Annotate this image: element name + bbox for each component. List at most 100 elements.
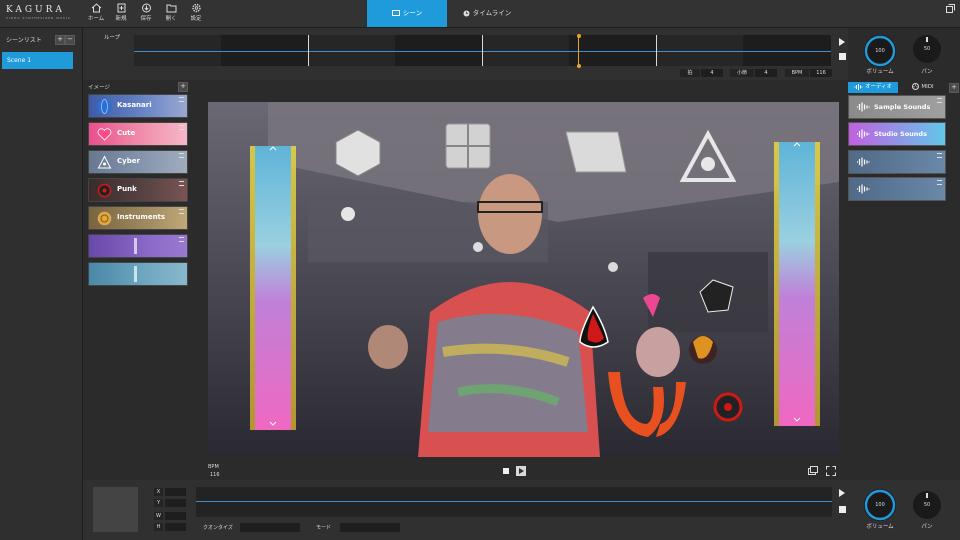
tab-midi-label: MIDI bbox=[921, 84, 934, 90]
tab-audio[interactable]: オーディオ bbox=[848, 82, 898, 93]
video-preview[interactable] bbox=[208, 102, 839, 457]
pip-window-icon[interactable] bbox=[808, 466, 818, 475]
audio-card-4[interactable] bbox=[848, 177, 946, 201]
card-menu-icon[interactable] bbox=[179, 181, 184, 186]
tab-scene[interactable]: シーン bbox=[367, 0, 447, 27]
clip-stop-icon[interactable] bbox=[839, 506, 846, 513]
clip-line bbox=[196, 501, 832, 502]
audio-card-3[interactable] bbox=[848, 150, 946, 174]
camera-feed bbox=[208, 102, 839, 457]
tab-timeline[interactable]: タイムライン bbox=[452, 0, 522, 27]
loop-stop-icon[interactable] bbox=[839, 53, 846, 60]
waveform-icon bbox=[857, 102, 870, 112]
restore-window-icon[interactable] bbox=[946, 4, 955, 13]
image-card-cute[interactable]: Cute bbox=[88, 122, 188, 146]
image-card-name: Cyber bbox=[117, 157, 140, 165]
h-label: H bbox=[154, 523, 163, 531]
image-card-blue[interactable] bbox=[88, 262, 188, 286]
midi-icon bbox=[912, 83, 920, 90]
add-scene-button[interactable]: + bbox=[55, 35, 65, 45]
x-input[interactable] bbox=[165, 488, 186, 496]
settings-label: 設定 bbox=[190, 16, 202, 22]
w-field[interactable]: W bbox=[154, 512, 186, 520]
gear-icon bbox=[191, 3, 201, 13]
playhead[interactable] bbox=[576, 34, 581, 68]
x-field[interactable]: X bbox=[154, 488, 186, 496]
card-menu-icon[interactable] bbox=[179, 209, 184, 214]
card-thumbnail bbox=[134, 266, 137, 282]
beat-input[interactable]: 4 bbox=[701, 69, 723, 77]
master-volume-label: ボリューム bbox=[866, 69, 894, 75]
video-bpm-value: 116 bbox=[210, 472, 220, 478]
image-card-purple[interactable] bbox=[88, 234, 188, 258]
loop-timeline[interactable] bbox=[134, 34, 831, 68]
image-card-cyber[interactable]: Cyber bbox=[88, 150, 188, 174]
video-play-button[interactable] bbox=[516, 466, 526, 476]
measure-input[interactable]: 4 bbox=[755, 69, 777, 77]
pan-indicator bbox=[926, 37, 928, 42]
waveform-icon bbox=[857, 157, 870, 167]
playhead-bottom bbox=[576, 64, 581, 68]
clock-icon bbox=[463, 10, 470, 16]
tab-audio-label: オーディオ bbox=[864, 84, 893, 90]
tab-midi[interactable]: MIDI bbox=[900, 82, 946, 93]
skull-icon bbox=[97, 183, 112, 198]
master-pan-knob[interactable]: 50 bbox=[913, 35, 941, 63]
quantize-select[interactable] bbox=[240, 523, 300, 532]
image-card-name: Cute bbox=[117, 129, 136, 137]
mode-label: モード bbox=[316, 525, 332, 531]
audio-card-sample-sounds[interactable]: Sample Sounds bbox=[848, 95, 946, 119]
save-button[interactable]: 保存 bbox=[135, 3, 157, 25]
card-thumbnail bbox=[134, 238, 137, 254]
card-menu-icon[interactable] bbox=[179, 237, 184, 242]
new-button[interactable]: 新規 bbox=[110, 3, 132, 25]
y-input[interactable] bbox=[165, 499, 186, 507]
clip-volume-knob[interactable]: 100 bbox=[864, 489, 896, 521]
measure-marker bbox=[482, 35, 483, 66]
card-menu-icon[interactable] bbox=[937, 180, 942, 185]
new-label: 新規 bbox=[115, 16, 127, 22]
h-input[interactable] bbox=[165, 523, 186, 531]
card-menu-icon[interactable] bbox=[179, 153, 184, 158]
image-panel-title: イメージ bbox=[88, 85, 110, 91]
home-icon bbox=[91, 3, 101, 13]
home-label: ホーム bbox=[87, 16, 105, 22]
settings-button[interactable]: 設定 bbox=[185, 3, 207, 25]
clip-timeline[interactable] bbox=[196, 487, 832, 517]
add-image-button[interactable]: + bbox=[178, 82, 188, 92]
card-menu-icon[interactable] bbox=[937, 98, 942, 103]
scene-list-title: シーンリスト bbox=[6, 37, 42, 44]
h-field[interactable]: H bbox=[154, 523, 186, 531]
open-button[interactable]: 開く bbox=[160, 3, 182, 25]
image-card-instruments[interactable]: Instruments bbox=[88, 206, 188, 230]
scene-list-panel bbox=[0, 28, 83, 540]
audio-card-name: Sample Sounds bbox=[874, 103, 931, 111]
card-menu-icon[interactable] bbox=[179, 125, 184, 130]
loop-play-icon[interactable] bbox=[838, 37, 846, 47]
mode-select[interactable] bbox=[340, 523, 400, 532]
bpm-input[interactable]: 116 bbox=[810, 69, 832, 77]
master-pan-label: パン bbox=[921, 69, 933, 75]
card-menu-icon[interactable] bbox=[937, 153, 942, 158]
home-button[interactable]: ホーム bbox=[85, 3, 107, 25]
save-icon bbox=[141, 3, 151, 13]
clip-play-icon[interactable] bbox=[838, 488, 846, 498]
clip-pan-value: 50 bbox=[923, 502, 931, 508]
waveform-icon bbox=[857, 129, 870, 139]
y-field[interactable]: Y bbox=[154, 499, 186, 507]
waveform-icon bbox=[854, 83, 863, 90]
audio-card-studio-sounds[interactable]: Studio Sounds bbox=[848, 122, 946, 146]
image-card-kasanari[interactable]: Kasanari bbox=[88, 94, 188, 118]
waveform-icon bbox=[857, 184, 870, 194]
remove-scene-button[interactable]: − bbox=[65, 35, 75, 45]
image-card-punk[interactable]: Punk bbox=[88, 178, 188, 202]
audio-card-name: Studio Sounds bbox=[874, 130, 927, 138]
scene-list-item[interactable]: Scene 1 bbox=[2, 52, 73, 69]
video-stop-icon[interactable] bbox=[503, 468, 509, 474]
card-menu-icon[interactable] bbox=[179, 97, 184, 102]
w-input[interactable] bbox=[165, 512, 186, 520]
fullscreen-icon[interactable] bbox=[826, 466, 836, 476]
master-volume-knob[interactable]: 100 bbox=[864, 35, 896, 67]
clip-pan-knob[interactable]: 50 bbox=[913, 491, 941, 519]
add-audio-button[interactable]: + bbox=[949, 83, 959, 93]
